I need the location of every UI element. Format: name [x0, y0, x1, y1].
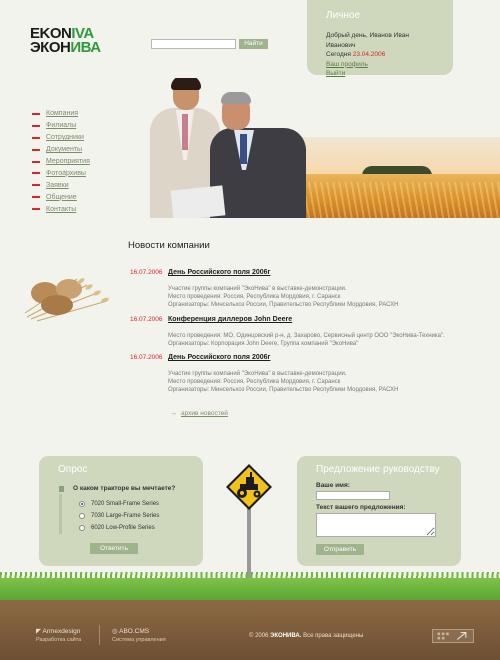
menu-item-branches[interactable]: Филиалы: [32, 120, 122, 132]
developer-credit[interactable]: ◤ Armexdesign Разработка сайта: [36, 627, 81, 643]
menu-dash-icon: [32, 160, 40, 163]
news-item: 16.07.2006 День Российского поля 2006г У…: [130, 269, 470, 310]
news-date: 16.07.2006: [130, 316, 163, 323]
news-section-title: Новости компании: [128, 240, 210, 251]
arrow-right-icon: →: [170, 410, 177, 417]
menu-dash-icon: [32, 136, 40, 139]
poll-option[interactable]: 7030 Large-Frame Series: [79, 513, 159, 519]
news-summary: Участие группы компаний "ЭкоНива" в выст…: [168, 371, 399, 394]
search-button[interactable]: Найти: [239, 39, 268, 49]
greeting-text: Добрый день, Иванов Иван Иванович: [326, 32, 409, 49]
proposal-panel: Предложение руководству Ваше имя: Текст …: [297, 456, 461, 566]
news-headline-link[interactable]: День Российского поля 2006г: [168, 269, 270, 276]
cms-credit[interactable]: ◎ ABO.CMS Система управления: [112, 627, 166, 643]
poll-option[interactable]: 7020 Small-Frame Series: [79, 501, 159, 507]
poll-submit-button[interactable]: Ответить: [90, 543, 138, 554]
profile-link[interactable]: Ваш профиль: [326, 60, 434, 70]
hero-papers: [170, 185, 226, 218]
question-marker-icon: [59, 486, 64, 492]
poll-option[interactable]: 6020 Low-Profile Series: [79, 525, 155, 531]
logo-text-cyrillic: ЭКОН: [30, 39, 71, 56]
scroll-up-icon[interactable]: [432, 629, 474, 643]
personal-title: Личное: [326, 10, 361, 21]
radio-selected[interactable]: [79, 501, 85, 507]
poll-question: О каком тракторе вы мечтаете?: [73, 485, 176, 492]
hero-image: [122, 78, 500, 218]
menu-dash-icon: [32, 112, 40, 115]
news-headline-link[interactable]: Конференция диллеров John Deere: [168, 316, 292, 323]
today-row: Сегодня 23.04.2006: [326, 51, 386, 58]
news-headline-link[interactable]: День Российского поля 2006г: [168, 354, 270, 361]
menu-item-events[interactable]: Мероприятия: [32, 156, 122, 168]
news-summary: Участие группы компаний "ЭкоНива" в выст…: [168, 286, 399, 309]
menu-item-photo-archives[interactable]: Фотоархивы: [32, 167, 122, 179]
site-logo[interactable]: EKONIVA ЭКОНИВА: [30, 26, 126, 59]
menu-dash-icon: [32, 196, 40, 199]
menu-item-requests[interactable]: Заявки: [32, 179, 122, 191]
news-item: 16.07.2006 День Российского поля 2006г У…: [130, 354, 470, 395]
menu-dash-icon: [32, 124, 40, 127]
radio-unselected[interactable]: [79, 513, 85, 519]
hero-wheat-stalks: [302, 182, 500, 218]
menu-item-documents[interactable]: Документы: [32, 144, 122, 156]
news-archive-link[interactable]: → архив новостей: [170, 410, 228, 417]
menu-item-company[interactable]: Компания: [32, 108, 122, 120]
name-label: Ваше имя:: [316, 482, 350, 489]
logo-accent-cyrillic: ИВА: [70, 39, 101, 56]
copyright-text: © 2006 ЭКОНИВА. Все права защищены: [249, 633, 364, 639]
tractor-road-sign-icon: [226, 464, 272, 582]
proposal-text-label: Текст вашего предложения:: [316, 504, 406, 511]
main-menu: Компания Филиалы Сотрудники Документы Ме…: [32, 108, 122, 215]
proposal-text-field[interactable]: [316, 513, 436, 537]
personal-panel: Личное Добрый день, Иванов Иван Иванович…: [307, 0, 453, 77]
poll-title: Опрос: [58, 464, 88, 475]
proposal-title: Предложение руководству: [316, 464, 440, 475]
menu-item-staff[interactable]: Сотрудники: [32, 132, 122, 144]
poll-panel: Опрос О каком тракторе вы мечтаете? 7020…: [39, 456, 203, 566]
news-item: 16.07.2006 Конференция диллеров John Dee…: [130, 316, 470, 348]
menu-dash-icon: [32, 148, 40, 151]
footer-divider: [99, 625, 100, 645]
menu-dash-icon: [32, 208, 40, 211]
bread-wheat-image: [24, 278, 109, 322]
search-input[interactable]: [151, 39, 236, 49]
news-date: 16.07.2006: [130, 354, 163, 361]
menu-item-communication[interactable]: Общение: [32, 191, 122, 203]
news-summary: Место проведения: МО, Одинцовский р-н, д…: [168, 333, 445, 348]
news-date: 16.07.2006: [130, 269, 163, 276]
proposal-submit-button[interactable]: Отправить: [316, 544, 364, 555]
name-field[interactable]: [316, 491, 390, 500]
menu-item-contacts[interactable]: Контакты: [32, 203, 122, 215]
menu-dash-icon: [32, 184, 40, 187]
menu-dash-icon: [32, 172, 40, 175]
today-date: 23.04.2006: [352, 51, 386, 58]
radio-unselected[interactable]: [79, 525, 85, 531]
